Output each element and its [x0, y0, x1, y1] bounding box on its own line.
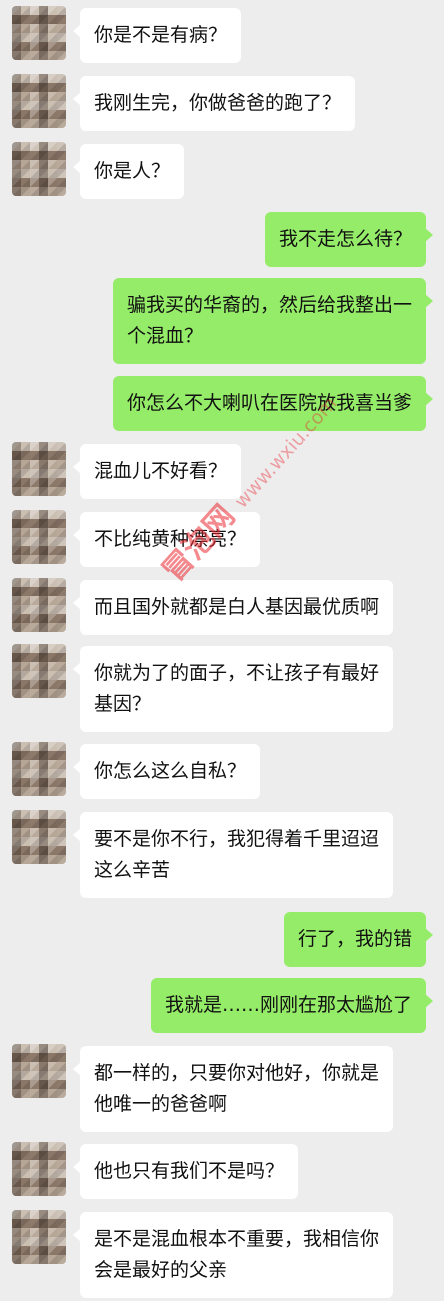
message-bubble-incoming[interactable]: 而且国外就都是白人基因最优质啊 [72, 580, 394, 635]
message-bubble-incoming[interactable]: 你就为了的面子，不让孩子有最好 基因？ [72, 646, 394, 732]
contact-avatar[interactable] [12, 1210, 66, 1264]
contact-avatar[interactable] [12, 442, 66, 496]
contact-avatar[interactable] [12, 74, 66, 128]
contact-avatar[interactable] [12, 578, 66, 632]
message-bubble-incoming[interactable]: 要不是你不行，我犯得着千里迢迢 这么辛苦 [72, 812, 394, 898]
message-bubble-outgoing[interactable]: 骗我买的华裔的，然后给我整出一 个混血？ [112, 278, 434, 364]
message-bubble-outgoing[interactable]: 我不走怎么待？ [264, 212, 434, 267]
message-bubble-incoming[interactable]: 你怎么这么自私？ [72, 744, 261, 799]
message-bubble-incoming[interactable]: 混血儿不好看？ [72, 444, 242, 499]
message-bubble-incoming[interactable]: 是不是混血根本不重要，我相信你 会是最好的父亲 [72, 1212, 394, 1298]
message-bubble-incoming[interactable]: 你是人？ [72, 144, 185, 199]
contact-avatar[interactable] [12, 1044, 66, 1098]
contact-avatar[interactable] [12, 644, 66, 698]
contact-avatar[interactable] [12, 810, 66, 864]
message-bubble-incoming[interactable]: 都一样的，只要你对他好，你就是 他唯一的爸爸啊 [72, 1046, 394, 1132]
message-bubble-incoming[interactable]: 不比纯黄种漂亮？ [72, 512, 261, 567]
contact-avatar[interactable] [12, 142, 66, 196]
message-bubble-outgoing[interactable]: 行了，我的错 [283, 912, 434, 967]
message-bubble-incoming[interactable]: 你是不是有病？ [72, 8, 242, 63]
chat-area: 你是不是有病？ 我刚生完，你做爸爸的跑了？ 你是人？ 我不走怎么待？ 骗我买的华… [0, 0, 444, 1301]
message-bubble-outgoing[interactable]: 你怎么不大喇叭在医院放我喜当爹 [112, 376, 434, 431]
message-bubble-outgoing[interactable]: 我就是……刚刚在那太尴尬了 [150, 978, 434, 1033]
contact-avatar[interactable] [12, 1142, 66, 1196]
contact-avatar[interactable] [12, 742, 66, 796]
contact-avatar[interactable] [12, 510, 66, 564]
message-bubble-incoming[interactable]: 我刚生完，你做爸爸的跑了？ [72, 76, 356, 131]
message-bubble-incoming[interactable]: 他也只有我们不是吗？ [72, 1144, 299, 1199]
contact-avatar[interactable] [12, 6, 66, 60]
